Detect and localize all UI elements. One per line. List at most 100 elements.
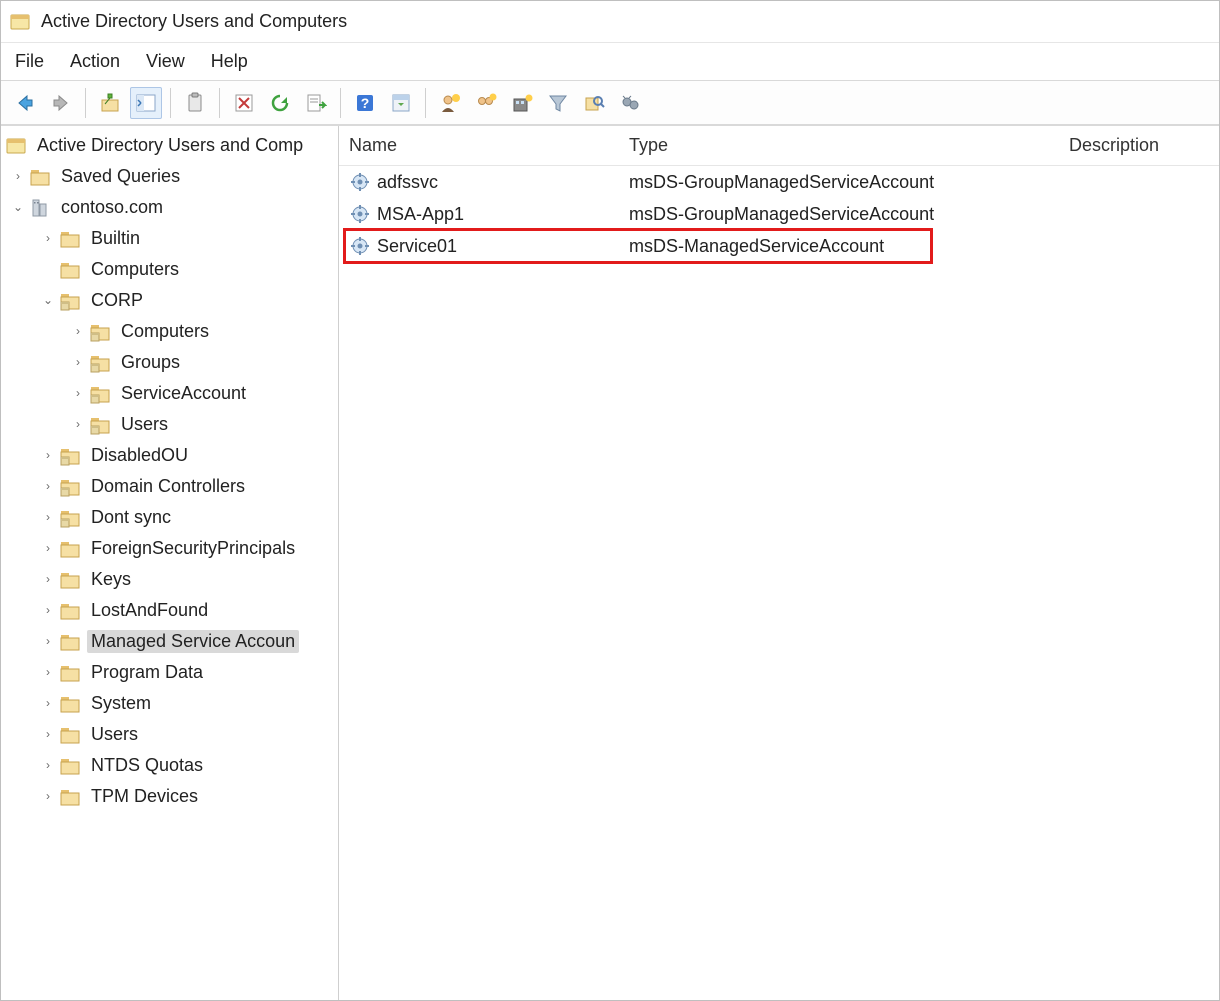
tree-node[interactable]: › LostAndFound [5, 595, 338, 626]
list-row[interactable]: Service01 msDS-ManagedServiceAccount [339, 230, 1219, 262]
tree-node[interactable]: › Saved Queries [5, 161, 338, 192]
service-account-icon [349, 235, 371, 257]
menu-file[interactable]: File [15, 51, 44, 72]
svg-text:?: ? [361, 95, 370, 111]
add-ou-button[interactable] [506, 87, 538, 119]
tree-node-label: DisabledOU [87, 444, 192, 468]
tree-node[interactable]: › Dont sync [5, 502, 338, 533]
expand-toggle[interactable]: ⌄ [39, 292, 57, 310]
expand-toggle[interactable]: › [39, 664, 57, 682]
tree-node-label: Users [87, 723, 142, 747]
expand-toggle[interactable]: › [69, 385, 87, 403]
tree-node[interactable]: › DisabledOU [5, 440, 338, 471]
add-group-button[interactable] [470, 87, 502, 119]
menu-view[interactable]: View [146, 51, 185, 72]
tree-node[interactable]: › Domain Controllers [5, 471, 338, 502]
tree-node[interactable]: › Users [5, 719, 338, 750]
tree-node-label: Managed Service Accoun [87, 630, 299, 654]
column-header-description[interactable]: Description [1059, 135, 1219, 156]
tree-node[interactable]: › NTDS Quotas [5, 750, 338, 781]
expand-toggle[interactable]: › [39, 602, 57, 620]
tree-node[interactable]: › Groups [5, 347, 338, 378]
tree-node[interactable]: › ForeignSecurityPrincipals [5, 533, 338, 564]
service-account-icon [349, 171, 371, 193]
folder-icon [59, 724, 81, 746]
cell-type: msDS-ManagedServiceAccount [629, 236, 884, 257]
delete-button[interactable] [228, 87, 260, 119]
expand-toggle[interactable]: › [39, 633, 57, 651]
tree-node[interactable]: › Computers [5, 316, 338, 347]
cell-name: Service01 [377, 236, 457, 257]
expand-toggle[interactable]: › [39, 788, 57, 806]
show-hide-tree-button[interactable] [130, 87, 162, 119]
expand-toggle[interactable]: › [69, 323, 87, 341]
tree-node-label: Keys [87, 568, 135, 592]
tree-node[interactable]: Computers [5, 254, 338, 285]
expand-toggle[interactable]: › [39, 571, 57, 589]
folder-icon [59, 693, 81, 715]
cell-name: MSA-App1 [377, 204, 464, 225]
tree-node[interactable]: › TPM Devices [5, 781, 338, 812]
tree-node-label: NTDS Quotas [87, 754, 207, 778]
folder-icon [59, 600, 81, 622]
back-button[interactable] [9, 87, 41, 119]
list-pane[interactable]: Name Type Description adfssvc msDS-Group… [339, 126, 1219, 1000]
expand-toggle[interactable]: ⌄ [9, 199, 27, 217]
expand-toggle[interactable]: › [39, 757, 57, 775]
tree-node[interactable]: › Users [5, 409, 338, 440]
expand-toggle[interactable]: › [39, 509, 57, 527]
expand-toggle[interactable]: › [39, 478, 57, 496]
window-title: Active Directory Users and Computers [41, 11, 347, 32]
tree-node[interactable]: › Builtin [5, 223, 338, 254]
tree-node[interactable]: › ServiceAccount [5, 378, 338, 409]
tree-pane[interactable]: Active Directory Users and Comp › Saved … [1, 126, 339, 1000]
add-user-button[interactable] [434, 87, 466, 119]
clipboard-button[interactable] [179, 87, 211, 119]
list-row[interactable]: MSA-App1 msDS-GroupManagedServiceAccount [339, 198, 1219, 230]
expand-toggle[interactable]: › [39, 695, 57, 713]
tree-node[interactable]: › Managed Service Accoun [5, 626, 338, 657]
more-actions-button[interactable] [614, 87, 646, 119]
ou-icon [89, 352, 111, 374]
toolbar-separator [85, 88, 86, 118]
app-icon [5, 135, 27, 157]
folder-icon [59, 755, 81, 777]
expand-toggle[interactable]: › [69, 354, 87, 372]
tree-node-label: System [87, 692, 155, 716]
tree-node[interactable]: › System [5, 688, 338, 719]
column-header-type[interactable]: Type [619, 135, 1059, 156]
filter-button[interactable] [542, 87, 574, 119]
properties-button[interactable] [385, 87, 417, 119]
tree-node-label: Computers [87, 258, 183, 282]
cell-name: adfssvc [377, 172, 438, 193]
ou-icon [89, 321, 111, 343]
export-list-button[interactable] [300, 87, 332, 119]
tree-node[interactable]: ⌄ contoso.com [5, 192, 338, 223]
tree-node-label: ServiceAccount [117, 382, 250, 406]
tree-node-label: TPM Devices [87, 785, 202, 809]
expand-toggle[interactable]: › [39, 230, 57, 248]
up-level-button[interactable] [94, 87, 126, 119]
folder-icon [29, 166, 51, 188]
tree-root[interactable]: Active Directory Users and Comp [5, 130, 338, 161]
tree-node[interactable]: › Program Data [5, 657, 338, 688]
menu-action[interactable]: Action [70, 51, 120, 72]
tree-node[interactable]: › Keys [5, 564, 338, 595]
column-header-name[interactable]: Name [339, 135, 619, 156]
find-button[interactable] [578, 87, 610, 119]
tree-node-label: contoso.com [57, 196, 167, 220]
tree-node[interactable]: ⌄ CORP [5, 285, 338, 316]
tree-node-label: Domain Controllers [87, 475, 249, 499]
refresh-button[interactable] [264, 87, 296, 119]
list-row[interactable]: adfssvc msDS-GroupManagedServiceAccount [339, 166, 1219, 198]
expand-toggle[interactable]: › [39, 447, 57, 465]
expand-toggle[interactable]: › [39, 726, 57, 744]
help-button[interactable]: ? [349, 87, 381, 119]
expand-toggle[interactable]: › [9, 168, 27, 186]
expand-toggle[interactable]: › [39, 540, 57, 558]
expand-toggle[interactable]: › [69, 416, 87, 434]
folder-icon [59, 228, 81, 250]
forward-button[interactable] [45, 87, 77, 119]
menu-help[interactable]: Help [211, 51, 248, 72]
menu-bar: File Action View Help [1, 43, 1219, 81]
